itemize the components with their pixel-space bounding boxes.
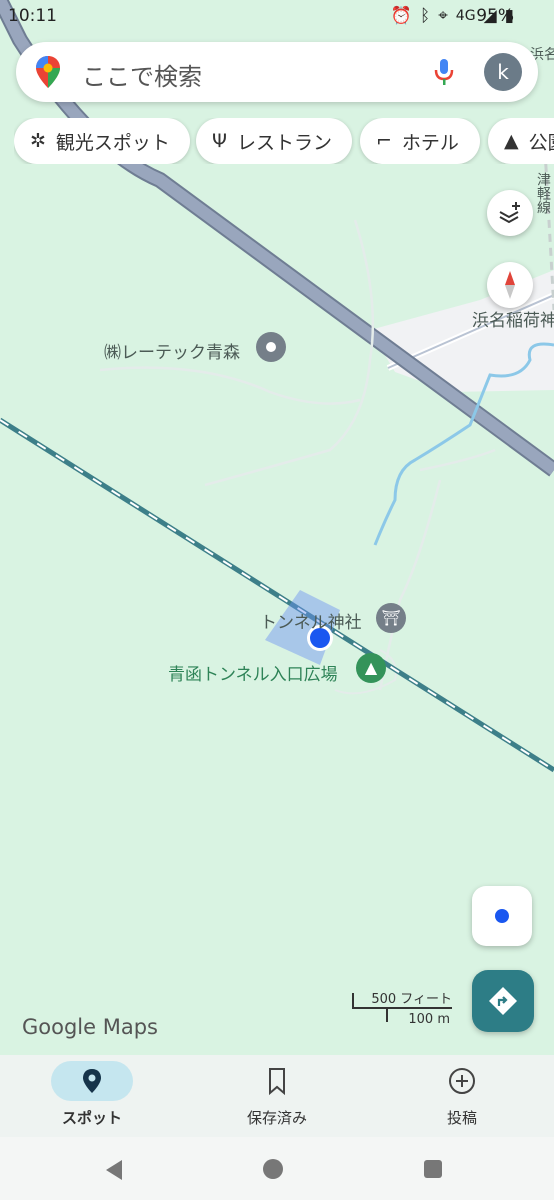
place-label-tunnel-shrine[interactable]: トンネル神社 (260, 608, 362, 633)
chip-park[interactable]: ▲ 公園 (488, 118, 554, 164)
home-icon[interactable] (263, 1159, 283, 1179)
add-circle-icon (449, 1068, 475, 1094)
place-label-tunnel-entrance-park[interactable]: 青函トンネル入口広場 (168, 660, 338, 685)
search-placeholder[interactable]: ここで検索 (82, 57, 202, 92)
railway-label-tsugaru: 津軽線 (535, 172, 551, 214)
ferris-wheel-icon: ✲ (30, 130, 46, 152)
bed-icon: ⌐ (376, 130, 392, 152)
location-dot-icon (495, 909, 509, 923)
compass-button[interactable] (487, 262, 533, 308)
tab-saved[interactable]: 保存済み (185, 1055, 369, 1137)
tab-label: 保存済み (246, 1109, 307, 1127)
shrine-gate-icon[interactable]: ⛩ (376, 603, 406, 633)
directions-button[interactable] (472, 970, 534, 1032)
chip-label: 観光スポット (55, 131, 170, 154)
tab-contribute[interactable]: 投稿 (370, 1055, 554, 1137)
location-pin-icon (83, 1069, 101, 1093)
recents-icon[interactable] (424, 1160, 442, 1178)
poi-latec-pin-icon[interactable] (256, 332, 286, 362)
category-chips: ✲ 観光スポット Ψ レストラン ⌐ ホテル ▲ 公園 (14, 118, 554, 164)
bookmark-icon (269, 1068, 285, 1096)
status-bar: 10:11 ⏰ ᛒ ⌖ 4G ◢ ▮ 95% (0, 0, 554, 34)
tab-spots[interactable]: スポット (0, 1055, 184, 1137)
chip-label: 公園 (528, 131, 554, 154)
back-icon[interactable] (102, 1158, 126, 1182)
layers-button[interactable] (487, 190, 533, 236)
bottom-tab-bar: スポット 保存済み 投稿 (0, 1055, 554, 1137)
compass-icon (505, 271, 515, 299)
layers-icon (499, 202, 520, 224)
bluetooth-icon: ᛒ (420, 6, 431, 26)
scale-bar: 500 フィート 100 m (352, 988, 452, 1028)
chip-hotel[interactable]: ⌐ ホテル (360, 118, 480, 164)
scale-feet: 500 フィート (371, 992, 452, 1007)
tab-label: 投稿 (446, 1109, 477, 1127)
system-nav-bar (0, 1137, 554, 1200)
chip-label: レストラン (236, 131, 332, 154)
my-location-button[interactable] (472, 886, 532, 946)
account-avatar[interactable]: k (484, 53, 522, 91)
place-label-latec[interactable]: ㈱レーテック青森 (104, 338, 240, 363)
directions-icon (489, 987, 517, 1015)
google-maps-pin-icon (36, 56, 60, 88)
status-time: 10:11 (8, 6, 57, 26)
chip-sightseeing[interactable]: ✲ 観光スポット (14, 118, 190, 164)
place-label-inari-shrine[interactable]: 浜名稲荷神社 (472, 306, 554, 331)
search-bar[interactable]: ここで検索 k (16, 42, 538, 102)
park-tree-icon[interactable]: ▲ (356, 653, 386, 683)
network-type: 4G (455, 8, 476, 24)
tree-icon: ▲ (504, 130, 519, 152)
scale-meters: 100 m (408, 1012, 450, 1027)
location-icon: ⌖ (438, 6, 448, 26)
battery-percent: 95% (476, 6, 514, 26)
google-maps-logo: Google Maps (22, 1015, 158, 1039)
alarm-icon: ⏰ (390, 6, 413, 26)
microphone-icon[interactable] (434, 58, 454, 86)
fork-knife-icon: Ψ (212, 130, 227, 152)
chip-label: ホテル (401, 131, 459, 154)
tab-label: スポット (61, 1109, 122, 1127)
chip-restaurant[interactable]: Ψ レストラン (196, 118, 352, 164)
